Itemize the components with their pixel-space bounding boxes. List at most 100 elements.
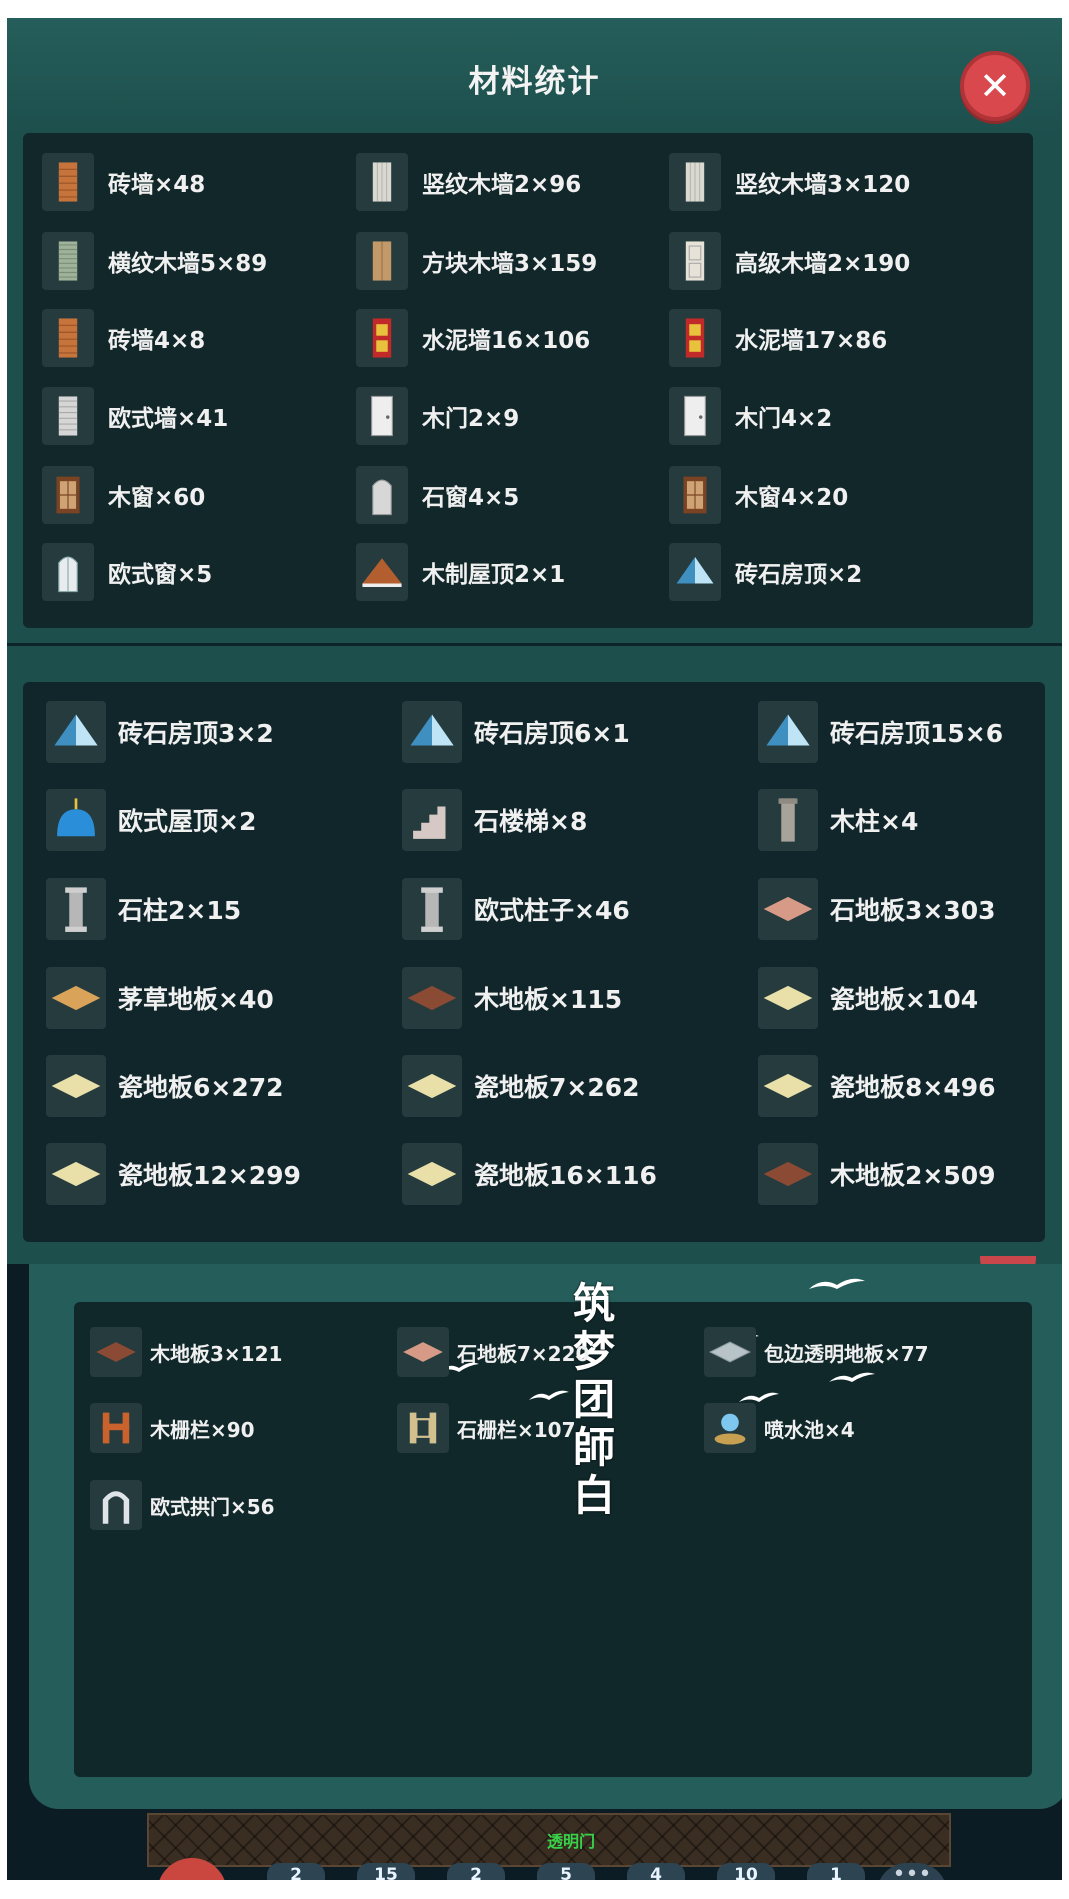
material-item: 木柱×4 <box>758 789 918 851</box>
vertical-wood-wall-icon <box>356 153 408 211</box>
material-item: 水泥墙17×86 <box>669 309 887 367</box>
wood-floor-icon <box>402 967 462 1029</box>
tile-floor-icon <box>758 1055 818 1117</box>
material-label: 欧式柱子×46 <box>474 896 630 925</box>
game-screen: 材料统计 ✕ 透明门 2 15 2 5 4 10 1 ••• 筑 梦 团 師 白… <box>7 18 1062 1880</box>
stone-window-icon <box>356 466 408 524</box>
material-item: 瓷地板16×116 <box>402 1143 657 1205</box>
material-label: 石栅栏×107 <box>457 1417 576 1442</box>
hotbar-slot[interactable]: 1 <box>807 1863 865 1880</box>
wooden-door-icon <box>356 387 408 445</box>
bird-icon <box>809 1278 865 1289</box>
stone-fence-icon <box>397 1403 449 1453</box>
material-item: 欧式屋顶×2 <box>46 789 256 851</box>
material-item: 木窗4×20 <box>669 466 848 524</box>
material-item: 喷水池×4 <box>704 1403 855 1453</box>
material-item: 竖纹木墙2×96 <box>356 153 581 211</box>
transparent-floor-icon <box>704 1327 756 1377</box>
stone-floor-icon <box>397 1327 449 1377</box>
material-label: 瓷地板7×262 <box>474 1073 640 1102</box>
wooden-door-icon <box>669 387 721 445</box>
material-label: 砖石房顶6×1 <box>474 719 630 748</box>
material-label: 瓷地板6×272 <box>118 1073 284 1102</box>
material-label: 欧式墙×41 <box>108 406 229 432</box>
material-label: 木制屋顶2×1 <box>422 562 566 588</box>
material-label: 高级木墙2×190 <box>735 251 911 277</box>
material-label: 石楼梯×8 <box>474 807 588 836</box>
material-item: 砖石房顶6×1 <box>402 701 630 763</box>
material-item: 高级木墙2×190 <box>669 232 910 290</box>
close-icon: ✕ <box>979 64 1011 108</box>
material-label: 砖石房顶×2 <box>735 562 863 588</box>
close-button[interactable]: ✕ <box>960 51 1030 121</box>
material-item: 木门2×9 <box>356 387 519 445</box>
material-label: 木门4×2 <box>735 406 833 432</box>
hotbar-slot[interactable]: 15 <box>357 1863 415 1880</box>
material-item: 砖石房顶15×6 <box>758 701 1003 763</box>
material-item: 砖墙4×8 <box>42 309 205 367</box>
material-label: 木栅栏×90 <box>150 1417 255 1442</box>
material-label: 砖石房顶3×2 <box>118 719 274 748</box>
material-item: 木门4×2 <box>669 387 832 445</box>
material-item: 瓷地板×104 <box>758 967 978 1029</box>
thatch-floor-icon <box>46 967 106 1029</box>
material-item: 瓷地板7×262 <box>402 1055 640 1117</box>
material-label: 石地板3×303 <box>830 896 996 925</box>
material-label: 欧式拱门×56 <box>150 1494 275 1519</box>
masonry-roof-icon <box>46 701 106 763</box>
material-label: 木地板×115 <box>474 985 623 1014</box>
stone-stairs-icon <box>402 789 462 851</box>
wooden-fence-icon <box>90 1403 142 1453</box>
hotbar-slot[interactable]: 4 <box>627 1863 685 1880</box>
material-label: 木地板2×509 <box>830 1161 996 1190</box>
material-label: 水泥墙17×86 <box>735 328 888 354</box>
tile-floor-icon <box>46 1055 106 1117</box>
material-item: 石栅栏×107 <box>397 1403 576 1453</box>
material-label: 砖墙4×8 <box>108 328 206 354</box>
hotbar-slot[interactable]: 2 <box>267 1863 325 1880</box>
material-item: 茅草地板×40 <box>46 967 274 1029</box>
material-label: 方块木墙3×159 <box>422 251 598 277</box>
material-item: 砖墙×48 <box>42 153 205 211</box>
material-item: 石柱2×15 <box>46 878 241 940</box>
wooden-window-icon <box>42 466 94 524</box>
wooden-window-icon <box>669 466 721 524</box>
material-item: 包边透明地板×77 <box>704 1327 929 1377</box>
tile-floor-icon <box>402 1055 462 1117</box>
material-item: 木窗×60 <box>42 466 205 524</box>
material-label: 砖石房顶15×6 <box>830 719 1004 748</box>
material-item: 木地板3×121 <box>90 1327 282 1377</box>
material-label: 木门2×9 <box>422 406 520 432</box>
hotbar-slot[interactable]: 5 <box>537 1863 595 1880</box>
horizontal-wood-wall-icon <box>42 232 94 290</box>
watermark-char: 团 <box>572 1375 615 1424</box>
material-label: 石地板7×220 <box>457 1341 590 1366</box>
tile-floor-icon <box>758 967 818 1029</box>
vertical-wood-wall-icon <box>669 153 721 211</box>
material-item: 瓷地板6×272 <box>46 1055 284 1117</box>
material-item: 欧式窗×5 <box>42 543 212 601</box>
material-label: 瓷地板12×299 <box>118 1161 301 1190</box>
tile-floor-icon <box>402 1143 462 1205</box>
hotbar-slot[interactable]: 10 <box>717 1863 775 1880</box>
hotbar-slot[interactable]: 2 <box>447 1863 505 1880</box>
dome-roof-icon <box>46 789 106 851</box>
european-wall-icon <box>42 387 94 445</box>
watermark-char: 白 <box>572 1471 615 1520</box>
cement-wall-icon <box>669 309 721 367</box>
wooden-pillar-icon <box>758 789 818 851</box>
material-item: 石地板7×220 <box>397 1327 589 1377</box>
european-window-icon <box>42 543 94 601</box>
material-item: 欧式拱门×56 <box>90 1480 275 1530</box>
material-label: 石柱2×15 <box>118 896 242 925</box>
material-label: 木窗4×20 <box>735 485 849 511</box>
block-wood-wall-icon <box>356 232 408 290</box>
material-label: 包边透明地板×77 <box>764 1341 929 1366</box>
fountain-icon <box>704 1403 756 1453</box>
material-item: 竖纹木墙3×120 <box>669 153 910 211</box>
material-label: 竖纹木墙3×120 <box>735 172 911 198</box>
material-label: 砖墙×48 <box>108 172 206 198</box>
material-label: 木地板3×121 <box>150 1341 283 1366</box>
masonry-roof-icon <box>402 701 462 763</box>
wood-floor-icon <box>90 1327 142 1377</box>
